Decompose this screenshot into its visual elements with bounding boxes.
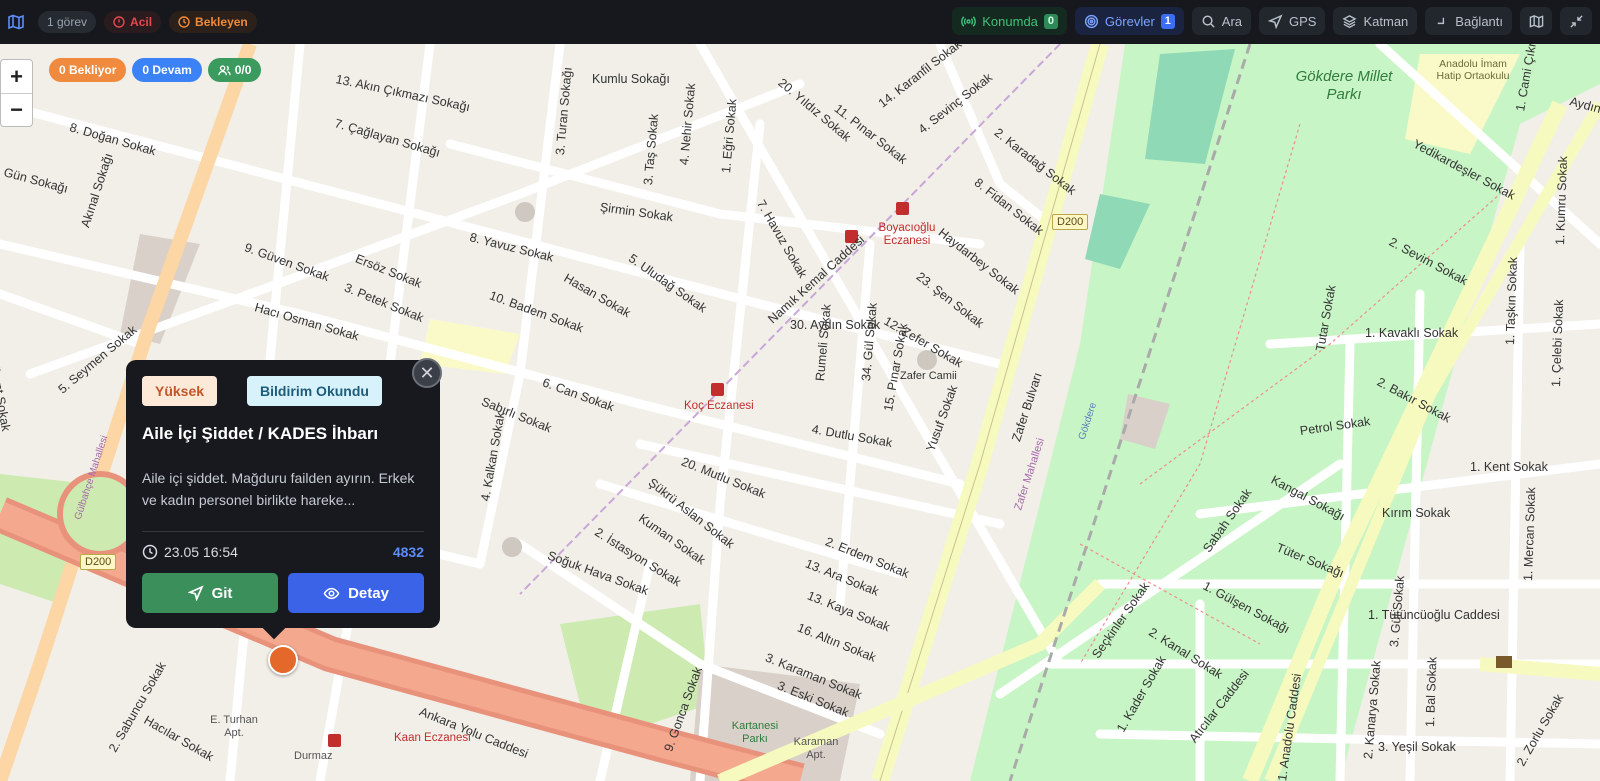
map-icon: [1529, 14, 1543, 28]
search-button[interactable]: Ara: [1191, 7, 1252, 35]
incident-time: 23.05 16:54: [142, 544, 238, 560]
place-label: Kaan Eczanesi: [394, 732, 471, 744]
signal-icon: [961, 15, 977, 27]
pending-label: Bekleyen: [195, 15, 248, 29]
place-label: Boyacıoğlu Eczanesi: [878, 222, 936, 247]
in-progress-count-pill[interactable]: 0 Devam: [132, 58, 202, 82]
street-label: Kumlu Sokağı: [592, 72, 670, 86]
place-label: Zafer Camii: [900, 370, 957, 382]
units-count-pill[interactable]: 0/0: [207, 58, 262, 82]
place-label: Kartanesi Parkı: [731, 720, 779, 745]
units-count-label: 0/0: [234, 63, 252, 77]
incident-description: Aile içi şiddet. Mağduru failden ayırın.…: [142, 470, 415, 508]
target-icon: [1084, 14, 1099, 28]
layer-label: Katman: [1363, 13, 1409, 29]
gps-label: GPS: [1289, 13, 1317, 29]
place-label: Koç Eczanesi: [684, 400, 754, 412]
incident-id[interactable]: 4832: [393, 544, 424, 560]
zoom-control: + −: [0, 59, 33, 127]
map-canvas[interactable]: 13. Akın Çıkmazı Sokağı Kumlu Sokağı 8. …: [0, 44, 1600, 781]
tasks-button[interactable]: Görevler 1: [1074, 7, 1184, 35]
road-shield: D200: [1052, 214, 1089, 230]
in-progress-count-label: 0 Devam: [142, 63, 192, 77]
go-label: Git: [211, 584, 233, 602]
location-label: Konumda: [982, 13, 1038, 29]
gps-button[interactable]: GPS: [1259, 7, 1326, 35]
connection-icon: [1438, 17, 1445, 24]
search-icon: [1202, 15, 1215, 28]
location-button[interactable]: Konumda 0: [952, 7, 1067, 35]
layers-icon: [1342, 14, 1358, 28]
street-label: 1. Bal Sokak: [1423, 656, 1440, 728]
alert-icon: [113, 16, 125, 28]
pending-count-pill[interactable]: 0 Bekliyor: [49, 58, 127, 82]
task-count-badge: 1 görev: [38, 11, 97, 33]
incident-time-value: 23.05 16:54: [164, 544, 238, 560]
incident-marker[interactable]: [268, 645, 298, 675]
road-shield: D200: [80, 554, 117, 570]
clock-icon: [142, 544, 158, 560]
layer-button[interactable]: Katman: [1333, 7, 1418, 35]
tasks-count: 1: [1160, 13, 1175, 29]
status-summary: 0 Bekliyor 0 Devam 0/0: [49, 58, 262, 82]
incident-popup: ✕ Yüksek Bildirim Okundu Aile İçi Şiddet…: [126, 358, 442, 640]
map-icon[interactable]: [8, 14, 30, 30]
street-label: 3. Yeşil Sokak: [1378, 740, 1456, 754]
search-label: Ara: [1221, 13, 1243, 29]
street-label: 1. Kent Sokak: [1470, 460, 1548, 474]
popup-divider: [142, 531, 424, 532]
place-label: Gökdere Millet Parkı: [1295, 68, 1393, 103]
map-toggle-button[interactable]: [1520, 7, 1552, 35]
navigation-icon: [1268, 13, 1283, 29]
status-badge: Bildirim Okundu: [247, 376, 382, 406]
street-label: 1. Kavaklı Sokak: [1365, 326, 1459, 340]
priority-badge: Yüksek: [142, 376, 218, 406]
top-bar: 1 görev Acil Bekleyen Konumda 0 Görevler…: [0, 0, 1600, 44]
users-icon: [218, 64, 231, 75]
connection-label: Bağlantı: [1455, 13, 1503, 29]
detail-button[interactable]: Detay: [288, 573, 424, 613]
minimize-icon: [1569, 14, 1583, 28]
street-label: Kırım Sokak: [1382, 506, 1451, 520]
eye-icon: [323, 587, 340, 599]
close-icon[interactable]: ✕: [412, 358, 442, 388]
urgent-filter[interactable]: Acil: [104, 11, 162, 33]
place-label: Durmaz: [294, 750, 333, 762]
place-label: Karaman Apt.: [793, 736, 839, 761]
urgent-label: Acil: [130, 15, 153, 29]
pending-count-label: 0 Bekliyor: [59, 63, 117, 77]
pending-filter[interactable]: Bekleyen: [169, 11, 257, 33]
zoom-in-button[interactable]: +: [1, 60, 32, 93]
incident-title: Aile İçi Şiddet / KADES İhbarı: [142, 424, 379, 443]
zoom-out-button[interactable]: −: [1, 93, 32, 126]
place-label: Anadolu İmam Hatip Ortaokulu: [1436, 58, 1510, 82]
go-button[interactable]: Git: [142, 573, 278, 613]
place-label: E. Turhan Apt.: [210, 714, 258, 739]
street-label: 1. Tütüncüoğlu Caddesi: [1368, 608, 1500, 622]
clock-icon: [178, 16, 190, 28]
connection-button[interactable]: Bağlantı: [1425, 7, 1512, 35]
location-count: 0: [1043, 13, 1058, 29]
navigation-icon: [187, 585, 204, 601]
detail-label: Detay: [348, 584, 389, 602]
tasks-label: Görevler: [1104, 13, 1155, 29]
minimize-button[interactable]: [1560, 7, 1592, 35]
